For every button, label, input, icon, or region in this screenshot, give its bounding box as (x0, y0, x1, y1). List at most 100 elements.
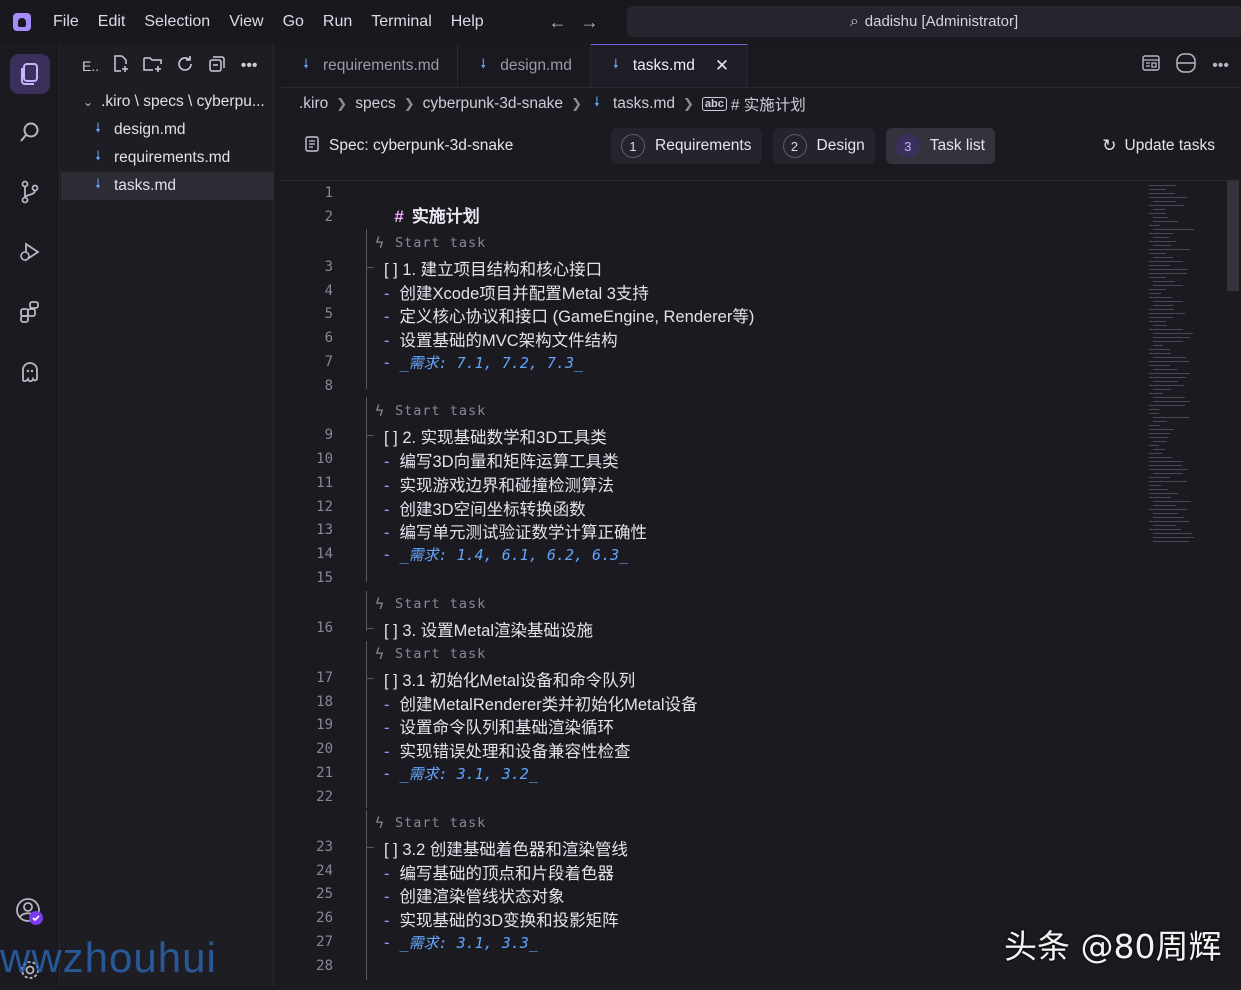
folder-path-row[interactable]: ⌄ .kiro \ specs \ cyberpu... (61, 88, 273, 116)
minimap-line (1153, 501, 1191, 502)
line-number: 17 (316, 670, 333, 686)
minimap-line (1149, 437, 1168, 438)
step-number: 2 (782, 134, 807, 158)
run-debug-icon[interactable] (10, 232, 50, 272)
minimap-line (1149, 225, 1160, 226)
spec-title-label: Spec: cyberpunk-3d-snake (329, 137, 514, 154)
menu-terminal[interactable]: Terminal (371, 13, 431, 31)
indent-tick (366, 628, 374, 629)
minimap-line (1149, 413, 1159, 414)
minimap-line (1153, 345, 1163, 346)
extensions-icon[interactable] (10, 292, 50, 332)
close-icon[interactable]: ✕ (715, 56, 729, 76)
kiro-ghost-icon[interactable] (10, 352, 50, 392)
minimap-line (1153, 325, 1167, 326)
step-design[interactable]: 2 Design (772, 128, 875, 164)
account-icon[interactable] (10, 892, 50, 932)
minimap-line (1149, 297, 1172, 298)
minimap-line (1153, 341, 1183, 342)
subtask-text: 编写单元测试验证数学计算正确性 (399, 524, 648, 542)
subtask-text: 创建Xcode项目并配置Metal 3支持 (399, 285, 649, 303)
menu-run[interactable]: Run (323, 13, 352, 31)
more-actions-icon[interactable]: ••• (239, 57, 259, 75)
code-editor[interactable]: 1 2 3 4 5 6 7 8 9 10 11 12 13 14 15 16 1… (281, 180, 1241, 986)
vertical-scrollbar[interactable] (1227, 181, 1239, 291)
breadcrumb-item[interactable]: cyberpunk-3d-snake (423, 95, 563, 113)
minimap-line (1149, 309, 1174, 310)
minimap-line (1153, 533, 1192, 534)
forward-arrow-icon[interactable]: → (581, 12, 599, 33)
tab-design-md[interactable]: 🠗 design.md (458, 44, 591, 87)
requirement-ref: _需求: 7.1, 7.2, 7.3_ (399, 354, 584, 372)
subtask-line: - 定义核心协议和接口 (GameEngine, Renderer等) (384, 303, 754, 327)
refresh-icon: ↻ (1102, 136, 1117, 155)
list-dash: - (384, 285, 390, 303)
menu-edit[interactable]: Edit (98, 13, 126, 31)
collapse-all-icon[interactable] (207, 55, 227, 78)
minimap-line (1149, 289, 1166, 290)
step-task-list[interactable]: 3 Task list (885, 128, 995, 164)
minimap-line (1153, 337, 1190, 338)
markdown-file-icon: 🠗 (95, 176, 101, 191)
search-icon[interactable] (10, 112, 50, 152)
more-actions-icon[interactable]: ••• (1212, 57, 1229, 75)
file-tasks-md[interactable]: 🠗 tasks.md (61, 172, 273, 200)
breadcrumb-item[interactable]: specs (355, 95, 396, 113)
minimap-line (1153, 209, 1165, 210)
split-editor-icon[interactable] (1176, 53, 1196, 78)
back-arrow-icon[interactable]: ← (549, 12, 567, 33)
requirement-ref: _需求: 3.1, 3.3_ (399, 934, 538, 952)
line-number: 10 (316, 451, 333, 467)
breadcrumb-item[interactable]: .kiro (299, 95, 328, 113)
explorer-icon[interactable] (10, 54, 50, 94)
new-folder-icon[interactable] (143, 55, 163, 78)
task-line: [ ] 3. 设置Metal渲染基础设施 (384, 617, 593, 641)
line-number: 6 (324, 330, 333, 346)
menu-go[interactable]: Go (283, 13, 304, 31)
minimap-line (1153, 201, 1176, 202)
file-design-md[interactable]: 🠗 design.md (61, 116, 273, 144)
list-dash: - (384, 308, 390, 326)
breadcrumb-item[interactable]: # 实施计划 (731, 93, 806, 115)
new-file-icon[interactable] (111, 54, 131, 78)
minimap-line (1149, 329, 1183, 330)
menu-file[interactable]: File (53, 13, 79, 31)
menu-help[interactable]: Help (451, 13, 484, 31)
minimap-line (1153, 285, 1183, 286)
search-label: dadishu [Administrator] (864, 13, 1019, 30)
step-requirements[interactable]: 1 Requirements (611, 128, 762, 164)
start-task-codelens[interactable]: ϟ Start task (375, 402, 486, 420)
lightning-icon: ϟ (375, 402, 386, 420)
breadcrumb: .kiro ❯ specs ❯ cyberpunk-3d-snake ❯ 🠗 t… (281, 88, 1241, 120)
list-dash: - (384, 765, 390, 783)
menu-selection[interactable]: Selection (144, 13, 210, 31)
subtask-text: 创建3D空间坐标转换函数 (399, 501, 586, 519)
tab-requirements-md[interactable]: 🠗 requirements.md (281, 44, 459, 87)
start-task-codelens[interactable]: ϟ Start task (375, 645, 486, 663)
chevron-right-icon: ❯ (571, 96, 582, 111)
task-text: [ ] 3.1 初始化Metal设备和命令队列 (384, 672, 636, 690)
line-number: 16 (316, 620, 333, 636)
line-number: 18 (316, 694, 333, 710)
open-preview-icon[interactable] (1142, 55, 1160, 76)
menu-view[interactable]: View (229, 13, 263, 31)
command-center-search[interactable]: ⌕ dadishu [Administrator] (627, 6, 1241, 37)
line-number: 1 (324, 185, 333, 201)
start-task-codelens[interactable]: ϟ Start task (375, 595, 486, 613)
indent-tick (366, 435, 374, 436)
subtask-line: - 创建Xcode项目并配置Metal 3支持 (384, 280, 649, 304)
update-tasks-button[interactable]: ↻ Update tasks (1102, 136, 1215, 156)
file-requirements-md[interactable]: 🠗 requirements.md (61, 144, 273, 172)
breadcrumb-item[interactable]: tasks.md (613, 95, 675, 113)
subtask-line: - 编写基础的顶点和片段着色器 (384, 860, 614, 884)
task-text: [ ] 2. 实现基础数学和3D工具类 (384, 429, 607, 447)
minimap[interactable] (1147, 181, 1217, 551)
source-control-icon[interactable] (10, 172, 50, 212)
start-task-codelens[interactable]: ϟ Start task (375, 234, 486, 252)
line-number: 20 (316, 741, 333, 757)
tab-tasks-md[interactable]: 🠗 tasks.md ✕ (590, 44, 749, 87)
start-task-codelens[interactable]: ϟ Start task (375, 814, 486, 832)
lightning-icon: ϟ (375, 234, 386, 252)
refresh-icon[interactable] (175, 55, 195, 78)
tab-label: requirements.md (323, 56, 440, 74)
